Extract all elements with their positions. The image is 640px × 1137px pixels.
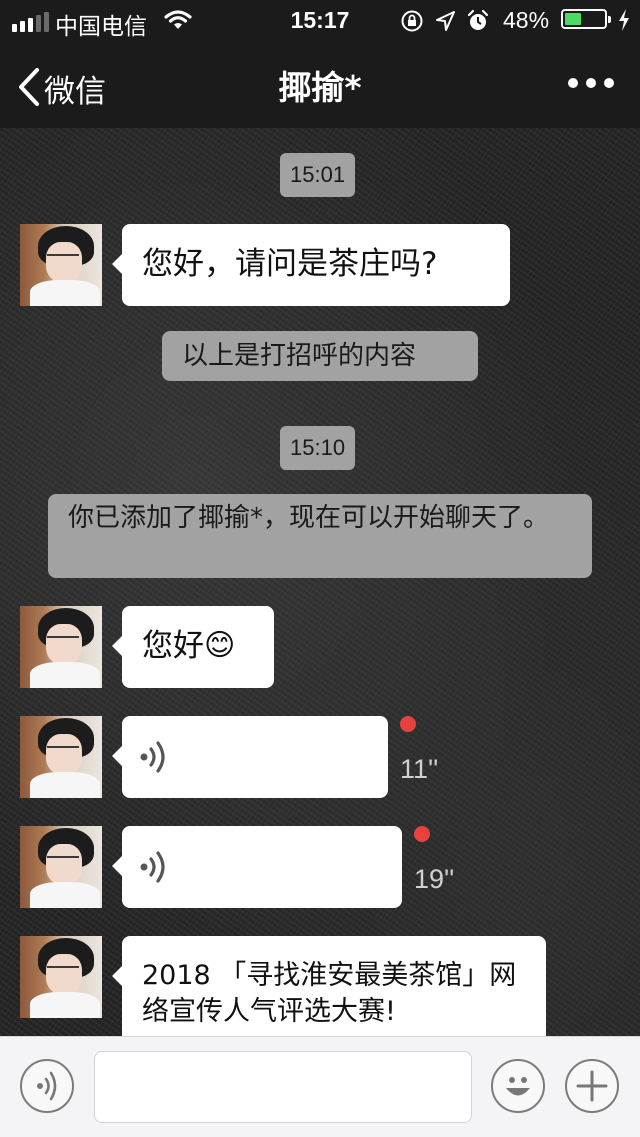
unread-dot bbox=[414, 826, 430, 842]
message-input[interactable] bbox=[94, 1051, 472, 1123]
voice-wave-icon bbox=[140, 848, 172, 890]
link-card-message[interactable]: 2018 「寻找淮安最美茶馆」网络宣传人气评选大赛! bbox=[112, 936, 546, 1036]
voice-duration: 11'' bbox=[400, 754, 439, 784]
chat-title: 揶揄* bbox=[278, 68, 362, 107]
unread-dot bbox=[400, 716, 416, 732]
voice-duration: 19'' bbox=[414, 864, 455, 894]
input-bar bbox=[0, 1036, 640, 1137]
status-bar: 中国电信 15:17 48% bbox=[0, 0, 640, 40]
voice-message[interactable] bbox=[112, 826, 402, 908]
avatar[interactable] bbox=[20, 716, 102, 798]
avatar[interactable] bbox=[20, 936, 102, 1018]
message-bubble[interactable]: 您好，请问是茶庄吗? bbox=[112, 224, 510, 306]
orientation-lock-icon bbox=[400, 9, 424, 38]
timestamp: 15:01 bbox=[280, 153, 356, 197]
message-text: 您好，请问是茶庄吗? bbox=[142, 246, 438, 282]
more-dots-icon[interactable] bbox=[568, 78, 614, 88]
voice-message[interactable] bbox=[112, 716, 388, 798]
battery-fill bbox=[565, 13, 582, 25]
charging-bolt-icon bbox=[618, 9, 630, 36]
avatar[interactable] bbox=[20, 826, 102, 908]
plus-icon[interactable] bbox=[565, 1059, 619, 1113]
voice-wave-icon bbox=[140, 738, 172, 780]
message-bubble[interactable]: 您好 😊 bbox=[112, 606, 274, 688]
avatar[interactable] bbox=[20, 606, 102, 688]
timestamp: 15:10 bbox=[280, 426, 356, 470]
emoji-icon[interactable] bbox=[491, 1059, 545, 1113]
chat-area[interactable]: 15:01 您好，请问是茶庄吗? 以上是打招呼的内容 15:10 你已添加了揶揄… bbox=[0, 128, 640, 1036]
battery-icon bbox=[561, 9, 611, 29]
location-arrow-icon bbox=[434, 9, 456, 38]
system-message: 你已添加了揶揄*，现在可以开始聊天了。 bbox=[48, 494, 592, 578]
message-text: 您好 bbox=[142, 628, 204, 664]
nav-bar: 微信 揶揄* bbox=[0, 40, 640, 128]
system-message: 以上是打招呼的内容 bbox=[162, 331, 478, 381]
voice-input-icon[interactable] bbox=[20, 1059, 74, 1113]
alarm-icon bbox=[466, 9, 490, 38]
smile-emoji-icon: 😊 bbox=[204, 628, 236, 663]
avatar[interactable] bbox=[20, 224, 102, 306]
link-card-title: 2018 「寻找淮安最美茶馆」网络宣传人气评选大赛! bbox=[142, 960, 517, 1027]
battery-percent: 48% bbox=[503, 7, 550, 33]
